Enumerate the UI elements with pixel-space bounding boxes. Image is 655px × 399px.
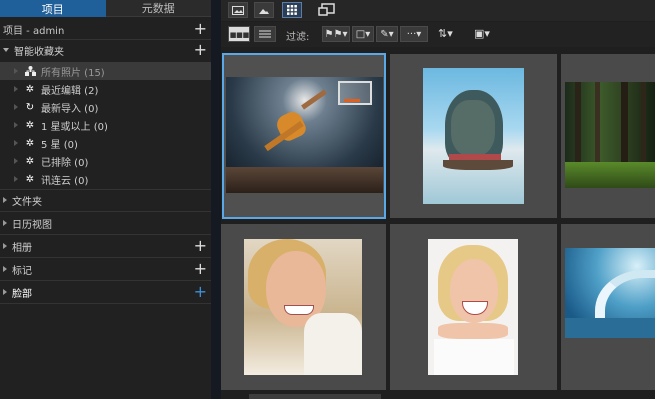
expand-icon <box>3 220 7 226</box>
smart-collections-header[interactable]: 智能收藏夹 + <box>0 41 211 59</box>
collapse-icon <box>14 68 18 74</box>
photo-ocean-wave <box>565 248 655 338</box>
smart-item-excluded[interactable]: ✲ 已排除 (0) <box>0 152 211 170</box>
more-filter-icon[interactable]: ···▾ <box>400 26 428 42</box>
section-label: 文件夹 <box>12 196 42 208</box>
section-folders[interactable]: 文件夹 <box>0 191 211 209</box>
tab-project[interactable]: 项目 <box>0 0 106 17</box>
sort-icon[interactable]: ⇅▾ <box>438 27 453 40</box>
section-label: 相册 <box>12 242 32 254</box>
view-grid-icon[interactable] <box>282 2 302 18</box>
photo-tile[interactable] <box>221 224 386 390</box>
collapse-icon <box>14 176 18 182</box>
stack-icon[interactable]: ▣▾ <box>474 27 490 40</box>
photo-rock-island-boat <box>423 68 524 204</box>
collapse-icon <box>14 122 18 128</box>
add-tag-icon[interactable]: + <box>194 260 207 278</box>
smart-item-one-star[interactable]: ✲ 1 星或以上 (0) <box>0 116 211 134</box>
smart-collection-icon: ✲ <box>25 83 35 95</box>
photo-tile[interactable] <box>390 54 557 218</box>
panel-splitter[interactable] <box>211 0 221 399</box>
library-panel: 项目 元数据 项目 - admin + 智能收藏夹 + 所有照片 (15) ✲ … <box>0 0 211 399</box>
expand-icon <box>3 289 7 295</box>
thumb-list-icon[interactable] <box>254 26 276 42</box>
project-header[interactable]: 项目 - admin + <box>0 20 211 38</box>
photo-basketball-dunk <box>226 77 383 193</box>
smart-item-label: 所有照片 (15) <box>41 67 105 79</box>
smart-collection-icon: ✲ <box>25 155 35 167</box>
photo-tile[interactable] <box>249 394 381 399</box>
smart-collection-icon: ✲ <box>25 173 35 185</box>
collapse-icon <box>14 104 18 110</box>
photo-tile[interactable] <box>222 53 386 219</box>
add-album-icon[interactable]: + <box>194 237 207 255</box>
all-photos-icon <box>23 65 37 77</box>
view-library-icon[interactable] <box>228 2 248 18</box>
project-label: 项目 - admin <box>3 25 65 37</box>
section-calendar[interactable]: 日历视图 <box>0 214 211 232</box>
collapse-icon <box>14 140 18 146</box>
expand-icon <box>3 266 7 272</box>
add-face-icon[interactable]: + <box>194 283 207 301</box>
smart-item-label: 最新导入 (0) <box>41 103 99 115</box>
smart-item-label: 5 星 (0) <box>41 139 78 151</box>
add-project-icon[interactable]: + <box>194 20 207 38</box>
photo-browser: ▪▪▪ 过滤: ⚑⚑▾ □▾ ✎▾ ···▾ ⇅▾ ▣▾ <box>221 0 655 399</box>
collapse-icon <box>14 86 18 92</box>
smart-item-latest-import[interactable]: ↻ 最新导入 (0) <box>0 98 211 116</box>
smart-item-label: 最近编辑 (2) <box>41 85 99 97</box>
section-tags[interactable]: 标记 + <box>0 260 211 278</box>
filter-toolbar: ▪▪▪ 过滤: ⚑⚑▾ □▾ ✎▾ ···▾ ⇅▾ ▣▾ <box>221 22 655 47</box>
expand-icon <box>3 243 7 249</box>
smart-item-label: 1 星或以上 (0) <box>41 121 108 133</box>
smart-item-five-star[interactable]: ✲ 5 星 (0) <box>0 134 211 152</box>
section-faces[interactable]: 脸部 + <box>0 283 211 301</box>
view-landscape-icon[interactable] <box>254 2 274 18</box>
photo-laughing-girl <box>428 239 518 375</box>
photo-smiling-woman <box>244 239 362 375</box>
collapse-icon <box>14 158 18 164</box>
photo-tile[interactable] <box>561 54 655 218</box>
flag-filter-icon[interactable]: ⚑⚑▾ <box>322 26 350 42</box>
smart-collections-label: 智能收藏夹 <box>14 46 64 58</box>
edit-filter-icon[interactable]: ✎▾ <box>376 26 398 42</box>
smart-item-label: 讯连云 (0) <box>41 175 89 187</box>
section-label: 日历视图 <box>12 219 52 231</box>
section-label: 标记 <box>12 265 32 277</box>
fullscreen-icon[interactable] <box>318 3 336 17</box>
smart-item-recent-edits[interactable]: ✲ 最近编辑 (2) <box>0 80 211 98</box>
panel-tabs: 项目 元数据 <box>0 0 211 17</box>
thumb-small-icon[interactable]: ▪▪▪ <box>228 26 250 42</box>
add-smart-collection-icon[interactable]: + <box>194 41 207 59</box>
smart-item-label: 已排除 (0) <box>41 157 89 169</box>
view-toolbar <box>221 0 655 21</box>
smart-item-cloud[interactable]: ✲ 讯连云 (0) <box>0 170 211 188</box>
expand-icon <box>3 197 7 203</box>
photo-tile[interactable] <box>561 224 655 390</box>
smart-item-all-photos[interactable]: 所有照片 (15) <box>0 62 211 80</box>
section-albums[interactable]: 相册 + <box>0 237 211 255</box>
label-filter-icon[interactable]: □▾ <box>352 26 374 42</box>
section-label: 脸部 <box>12 288 32 300</box>
smart-collection-icon: ✲ <box>25 119 35 131</box>
tab-metadata[interactable]: 元数据 <box>105 0 211 17</box>
import-icon: ↻ <box>25 101 35 113</box>
photo-forest <box>565 82 655 188</box>
smart-collection-icon: ✲ <box>25 137 35 149</box>
filter-label: 过滤: <box>286 32 310 43</box>
expand-icon <box>3 48 9 52</box>
photo-tile[interactable] <box>390 224 557 390</box>
